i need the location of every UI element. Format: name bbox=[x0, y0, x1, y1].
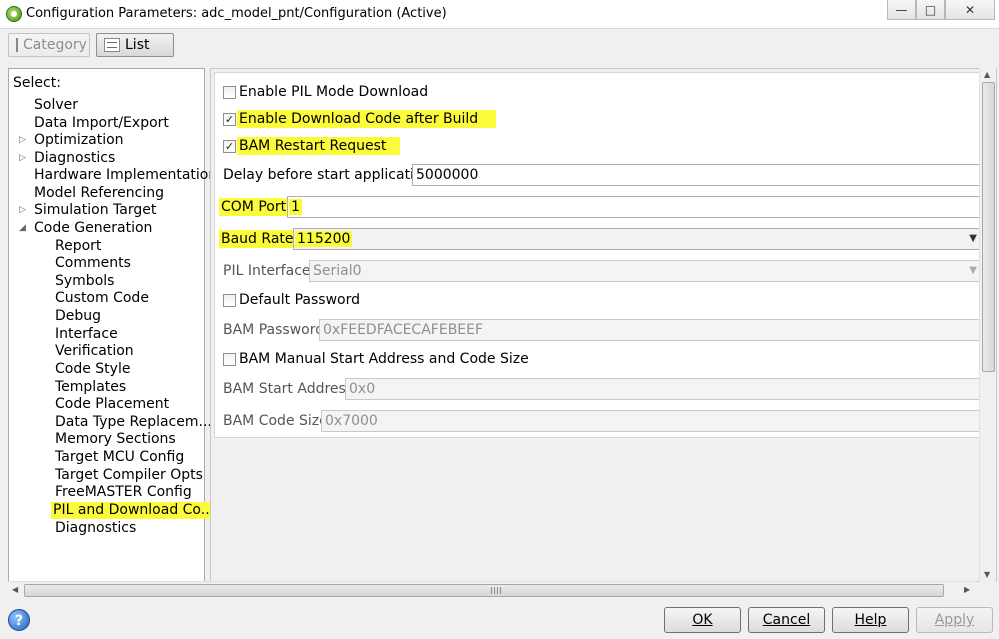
settings-panel: Enable PIL Mode Download ✓ Enable Downlo… bbox=[210, 68, 997, 582]
tree-item-symbols[interactable]: Symbols bbox=[55, 273, 114, 290]
tree-header: Select: bbox=[13, 75, 61, 91]
tree-item-target-mcu-config[interactable]: Target MCU Config bbox=[55, 449, 184, 466]
scroll-left-icon[interactable]: ◀ bbox=[12, 585, 18, 594]
dropdown-arrow-icon: ▼ bbox=[969, 265, 977, 276]
dialog-button-bar: ? OK Cancel Help Apply bbox=[0, 600, 999, 639]
close-icon: ✕ bbox=[964, 2, 976, 17]
bam-password-input[interactable]: 0xFEEDFACECAFEBEEF bbox=[319, 319, 982, 341]
tree-item-code-placement[interactable]: Code Placement bbox=[55, 396, 169, 413]
tree-item-data-import-export[interactable]: Data Import/Export bbox=[34, 115, 169, 132]
delay-before-start-label: Delay before start application bbox=[223, 167, 432, 183]
close-button[interactable]: ✕ bbox=[945, 0, 995, 20]
bam-code-size-label: BAM Code Size bbox=[223, 413, 328, 429]
tree-item-code-style[interactable]: Code Style bbox=[55, 361, 130, 378]
bam-restart-request-label: BAM Restart Request bbox=[237, 137, 401, 155]
expand-arrow-icon[interactable]: ▷ bbox=[19, 132, 26, 149]
com-port-label: COM Port bbox=[219, 198, 289, 216]
com-port-input[interactable]: 1 bbox=[287, 196, 982, 218]
scroll-up-icon[interactable]: ▲ bbox=[984, 70, 990, 79]
minimize-button[interactable]: — bbox=[887, 0, 916, 20]
toolbar: Category List bbox=[0, 29, 999, 63]
bam-start-address-label: BAM Start Address bbox=[223, 381, 354, 397]
minimize-icon: — bbox=[895, 2, 908, 17]
help-button[interactable]: Help bbox=[832, 607, 909, 633]
tree-item-pil-and-download-config[interactable]: PIL and Download Co... bbox=[51, 502, 217, 519]
list-icon bbox=[104, 38, 120, 52]
tree-item-code-generation[interactable]: Code Generation bbox=[34, 220, 152, 237]
list-label: List bbox=[125, 37, 150, 53]
category-tree: Select: Solver Data Import/Export ▷ Opti… bbox=[8, 68, 217, 582]
tree-item-model-referencing[interactable]: Model Referencing bbox=[34, 185, 164, 202]
window-title: Configuration Parameters: adc_model_pnt/… bbox=[26, 6, 447, 21]
maximize-button[interactable]: □ bbox=[916, 0, 945, 20]
category-icon bbox=[16, 38, 18, 52]
horizontal-scroll-thumb[interactable] bbox=[24, 584, 944, 597]
tree-item-freemaster-config[interactable]: FreeMASTER Config bbox=[55, 484, 192, 501]
tree-item-hardware-implementation[interactable]: Hardware Implementation bbox=[34, 167, 217, 184]
bam-start-address-input[interactable]: 0x0 bbox=[345, 378, 982, 400]
enable-pil-mode-download-label: Enable PIL Mode Download bbox=[239, 84, 429, 100]
tree-item-diagnostics-sub[interactable]: Diagnostics bbox=[55, 520, 136, 537]
tree-item-interface[interactable]: Interface bbox=[55, 326, 118, 343]
tree-item-comments[interactable]: Comments bbox=[55, 255, 131, 272]
default-password-label: Default Password bbox=[239, 292, 360, 308]
bam-password-label: BAM Password bbox=[223, 322, 325, 338]
default-password-checkbox[interactable] bbox=[223, 294, 236, 307]
baud-rate-label: Baud Rate bbox=[219, 230, 296, 248]
enable-download-code-checkbox[interactable]: ✓ bbox=[223, 113, 236, 126]
list-view-button[interactable]: List bbox=[96, 33, 174, 57]
tree-item-memory-sections[interactable]: Memory Sections bbox=[55, 431, 176, 448]
bam-code-size-input[interactable]: 0x7000 bbox=[321, 410, 982, 432]
tree-item-diagnostics[interactable]: Diagnostics bbox=[34, 150, 115, 167]
bam-manual-start-label: BAM Manual Start Address and Code Size bbox=[239, 351, 529, 367]
tree-item-custom-code[interactable]: Custom Code bbox=[55, 290, 149, 307]
baud-rate-value: 115200 bbox=[295, 231, 353, 247]
pil-interface-label: PIL Interface bbox=[223, 263, 311, 279]
expand-arrow-icon[interactable]: ▷ bbox=[19, 150, 26, 167]
vertical-scrollbar[interactable]: ▲ ▼ bbox=[979, 68, 996, 582]
tree-item-optimization[interactable]: Optimization bbox=[34, 132, 124, 149]
tree-item-report[interactable]: Report bbox=[55, 238, 101, 255]
cancel-button[interactable]: Cancel bbox=[748, 607, 825, 633]
tree-item-templates[interactable]: Templates bbox=[55, 379, 126, 396]
simulink-app-icon bbox=[6, 6, 22, 22]
tree-item-data-type-replacement[interactable]: Data Type Replacem... bbox=[55, 414, 212, 431]
tree-item-target-compiler-opts[interactable]: Target Compiler Opts bbox=[55, 467, 203, 484]
enable-download-code-label: Enable Download Code after Build bbox=[237, 110, 497, 128]
dropdown-arrow-icon: ▼ bbox=[969, 233, 977, 244]
bam-manual-start-checkbox[interactable] bbox=[223, 353, 236, 366]
baud-rate-select[interactable]: 115200 ▼ bbox=[293, 228, 982, 250]
pil-interface-select[interactable]: Serial0 ▼ bbox=[309, 260, 982, 282]
horizontal-scrollbar[interactable]: ◀ ▶ bbox=[8, 581, 977, 598]
help-icon[interactable]: ? bbox=[8, 609, 30, 631]
tree-item-debug[interactable]: Debug bbox=[55, 308, 101, 325]
collapse-arrow-icon[interactable]: ◢ bbox=[19, 220, 26, 237]
tree-item-solver[interactable]: Solver bbox=[34, 97, 78, 114]
scroll-right-icon[interactable]: ▶ bbox=[964, 585, 970, 594]
apply-button[interactable]: Apply bbox=[916, 607, 993, 633]
scroll-grip-icon bbox=[491, 587, 501, 594]
com-port-value: 1 bbox=[289, 199, 302, 215]
delay-before-start-input[interactable]: 5000000 bbox=[412, 164, 982, 186]
scroll-down-icon[interactable]: ▼ bbox=[984, 570, 990, 579]
check-icon: ✓ bbox=[224, 140, 235, 153]
category-view-button[interactable]: Category bbox=[8, 33, 90, 57]
tree-item-verification[interactable]: Verification bbox=[55, 343, 134, 360]
maximize-icon: □ bbox=[924, 2, 937, 17]
enable-pil-mode-download-checkbox[interactable] bbox=[223, 86, 236, 99]
title-bar: Configuration Parameters: adc_model_pnt/… bbox=[0, 0, 999, 29]
category-label: Category bbox=[23, 37, 87, 53]
expand-arrow-icon[interactable]: ▷ bbox=[19, 202, 26, 219]
vertical-scroll-thumb[interactable] bbox=[982, 82, 995, 372]
bam-restart-request-checkbox[interactable]: ✓ bbox=[223, 140, 236, 153]
tree-item-simulation-target[interactable]: Simulation Target bbox=[34, 202, 156, 219]
pil-interface-value: Serial0 bbox=[313, 263, 362, 279]
check-icon: ✓ bbox=[224, 113, 235, 126]
pil-download-form: Enable PIL Mode Download ✓ Enable Downlo… bbox=[214, 72, 982, 438]
ok-button[interactable]: OK bbox=[664, 607, 741, 633]
